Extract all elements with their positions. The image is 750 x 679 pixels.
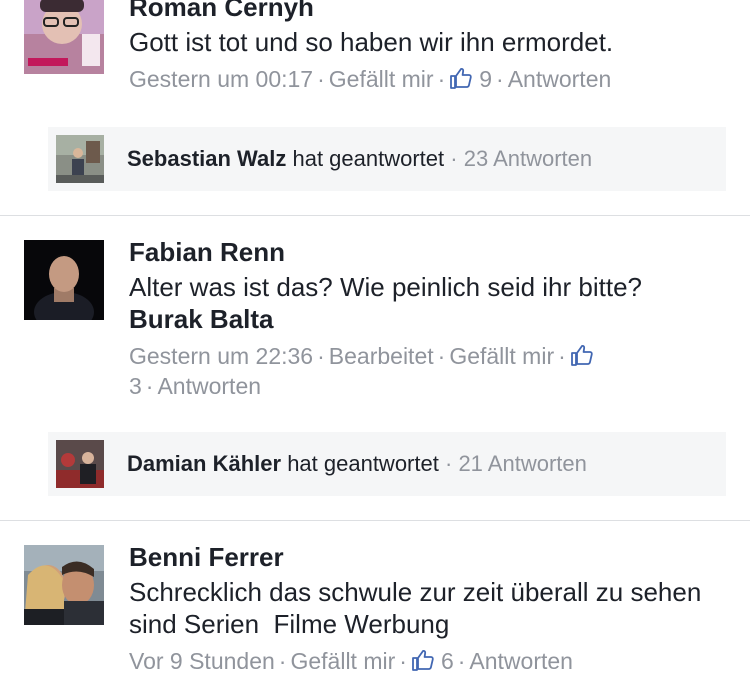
thumbs-up-icon <box>450 68 473 89</box>
reply-preview-text: Damian Kähler hat geantwortet · 21 Antwo… <box>127 449 587 479</box>
divider <box>0 215 750 216</box>
comments-page: Roman Cernyh Gott ist tot und so haben w… <box>0 0 750 679</box>
reply-author[interactable]: Sebastian Walz <box>127 146 286 171</box>
comment-body: Roman Cernyh Gott ist tot und so haben w… <box>129 0 729 94</box>
avatar[interactable] <box>24 0 104 74</box>
reply-preview[interactable]: Sebastian Walz hat geantwortet · 23 Antw… <box>48 127 726 191</box>
avatar-image <box>24 545 104 625</box>
comment-timestamp[interactable]: Gestern um 22:36 <box>129 343 313 369</box>
meta-separator: · <box>437 343 446 369</box>
comment-text: Gott ist tot und so haben wir ihn ermord… <box>129 27 614 57</box>
meta-separator: · <box>145 373 154 399</box>
like-count-value: 6 <box>440 648 454 674</box>
avatar[interactable] <box>24 545 104 625</box>
reply-link[interactable]: Antworten <box>469 648 573 674</box>
meta-separator: · <box>558 343 566 369</box>
comment-body: Benni Ferrer Schrecklich das schwule zur… <box>129 541 729 676</box>
reply-separator: · <box>444 451 453 476</box>
avatar-image <box>56 135 104 183</box>
reply-preview-text: Sebastian Walz hat geantwortet · 23 Antw… <box>127 144 592 174</box>
comment-meta: Gestern um 22:36 · Bearbeitet · Gefällt mir ·… <box>129 341 709 401</box>
meta-separator: · <box>278 648 287 674</box>
comment-timestamp[interactable]: Vor 9 Stunden <box>129 648 275 674</box>
like-count-value: 9 <box>479 66 493 92</box>
like-link[interactable]: Gefällt mir <box>449 343 554 369</box>
avatar[interactable] <box>24 240 104 320</box>
divider <box>0 520 750 521</box>
avatar <box>56 440 104 488</box>
reply-count: 23 Antworten <box>463 146 593 171</box>
meta-separator: · <box>457 648 466 674</box>
comment-author[interactable]: Fabian Renn <box>129 236 729 268</box>
avatar-image <box>56 440 104 488</box>
meta-separator: · <box>317 66 325 92</box>
comment-text-content: Alter was ist das? Wie peinlich seid ihr… <box>129 272 643 302</box>
thumbs-up-icon <box>412 650 434 671</box>
reply-link[interactable]: Antworten <box>508 66 612 92</box>
like-count-value: 3 <box>129 373 142 399</box>
avatar-image <box>24 240 104 320</box>
like-count[interactable]: 6 <box>411 648 454 674</box>
comment-author[interactable]: Roman Cernyh <box>129 0 729 23</box>
comment-text: Alter was ist das? Wie peinlich seid ihr… <box>129 271 729 335</box>
like-link[interactable]: Gefällt mir <box>290 648 395 674</box>
meta-separator: · <box>496 66 504 92</box>
comment-author[interactable]: Benni Ferrer <box>129 541 729 573</box>
meta-separator: · <box>317 343 325 369</box>
reply-count: 21 Antworten <box>458 451 587 476</box>
reply-preview[interactable]: Damian Kähler hat geantwortet · 21 Antwo… <box>48 432 726 496</box>
meta-separator: · <box>437 66 446 92</box>
comment-timestamp[interactable]: Gestern um 00:17 <box>129 66 313 92</box>
mention-link[interactable]: Burak Balta <box>129 303 729 335</box>
avatar-image <box>24 0 104 74</box>
reply-action: hat geantwortet <box>292 146 445 171</box>
comment-body: Fabian Renn Alter was ist das? Wie peinl… <box>129 236 729 401</box>
comment-meta: Gestern um 00:17 · Gefällt mir · 9 · Antworten <box>129 64 729 94</box>
avatar <box>56 135 104 183</box>
comment-meta: Vor 9 Stunden · Gefällt mir · 6 · Antworten <box>129 646 729 676</box>
reply-action: hat geantwortet <box>287 451 439 476</box>
edited-label[interactable]: Bearbeitet <box>329 343 434 369</box>
meta-separator: · <box>399 648 407 674</box>
reply-link[interactable]: Antworten <box>157 373 261 399</box>
like-link[interactable]: Gefällt mir <box>329 66 434 92</box>
like-count[interactable]: 9 <box>449 66 492 92</box>
thumbs-up-icon <box>570 345 593 366</box>
reply-separator: · <box>450 146 458 171</box>
reply-author[interactable]: Damian Kähler <box>127 451 281 476</box>
comment-text: Schrecklich das schwule zur zeit überall… <box>129 577 709 639</box>
